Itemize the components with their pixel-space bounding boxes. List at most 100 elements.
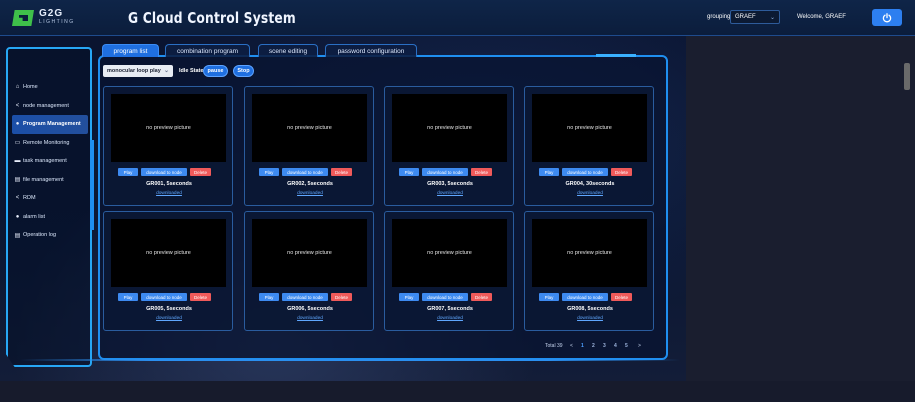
download-status-link[interactable]: downloaded <box>245 316 375 321</box>
sidebar-item-label: task management <box>23 158 67 165</box>
grouping-select[interactable]: GRAEF ⌄ <box>730 10 780 24</box>
sidebar-item-label: RDM <box>23 195 36 202</box>
delete-button[interactable]: Delete <box>611 293 632 301</box>
download-status-link[interactable]: downloaded <box>525 316 655 321</box>
play-mode-value: monocular loop play <box>107 68 161 74</box>
program-card: no preview picture Play download to node… <box>384 86 514 206</box>
play-button[interactable]: Play <box>118 168 138 176</box>
prev-page-button[interactable]: < <box>570 343 573 349</box>
program-icon: ● <box>15 121 20 128</box>
page-3[interactable]: 3 <box>603 343 606 349</box>
welcome-text: Welcome, GRAEF <box>797 14 846 20</box>
frame-glow-line <box>20 359 680 361</box>
sidebar-item-task-management[interactable]: ▬ task management <box>12 152 88 171</box>
chevron-down-icon: ⌄ <box>163 68 169 74</box>
program-card: no preview picture Play download to node… <box>103 86 233 206</box>
power-icon <box>882 12 892 22</box>
download-to-node-button[interactable]: download to node <box>422 168 468 176</box>
download-status-link[interactable]: downloaded <box>385 191 515 196</box>
tab-password-configuration[interactable]: password configuration <box>325 44 417 57</box>
program-title: GR007, 5seconds <box>427 306 473 312</box>
grouping-label: grouping <box>707 14 731 20</box>
delete-button[interactable]: Delete <box>471 293 492 301</box>
download-to-node-button[interactable]: download to node <box>422 293 468 301</box>
download-status-link[interactable]: downloaded <box>104 191 234 196</box>
download-status-link[interactable]: downloaded <box>525 191 655 196</box>
next-page-button[interactable]: > <box>638 343 641 349</box>
program-title: GR008, 5seconds <box>567 306 613 312</box>
logout-button[interactable] <box>872 9 902 26</box>
tab-combination-program[interactable]: combination program <box>165 44 250 57</box>
preview-placeholder: no preview picture <box>532 219 647 287</box>
sidebar-item-label: Remote Monitoring <box>23 139 70 146</box>
share-icon: < <box>15 102 20 109</box>
sidebar-item-alarm-list[interactable]: ● alarm list <box>12 208 88 227</box>
sidebar-item-file-management[interactable]: ▤ file management <box>12 171 88 190</box>
page-2[interactable]: 2 <box>592 343 595 349</box>
brand-subtitle: LIGHTING <box>39 19 75 25</box>
delete-button[interactable]: Delete <box>331 168 352 176</box>
play-button[interactable]: Play <box>259 293 279 301</box>
monitor-icon: ▭ <box>14 140 21 147</box>
sidebar-item-operation-log[interactable]: ▤ Operation log <box>12 226 88 245</box>
delete-button[interactable]: Delete <box>471 168 492 176</box>
program-card: no preview picture Play download to node… <box>244 86 374 206</box>
stop-button[interactable]: Stop <box>233 65 254 77</box>
play-button[interactable]: Play <box>259 168 279 176</box>
delete-button[interactable]: Delete <box>190 293 211 301</box>
sidebar-accent <box>90 140 94 230</box>
sidebar-item-program-management[interactable]: ● Program Management <box>12 115 88 134</box>
pause-button[interactable]: pause <box>203 65 228 77</box>
download-to-node-button[interactable]: download to node <box>141 293 187 301</box>
delete-button[interactable]: Delete <box>611 168 632 176</box>
sidebar-item-label: file management <box>23 176 64 183</box>
task-icon: ▬ <box>14 158 21 165</box>
app-title: G Cloud Control System <box>128 9 296 27</box>
chevron-down-icon: ⌄ <box>769 15 775 21</box>
program-card: no preview picture Play download to node… <box>384 211 514 331</box>
page-1[interactable]: 1 <box>581 343 584 349</box>
program-card: no preview picture Play download to node… <box>524 86 654 206</box>
play-button[interactable]: Play <box>539 293 559 301</box>
delete-button[interactable]: Delete <box>331 293 352 301</box>
page-5[interactable]: 5 <box>625 343 628 349</box>
program-title: GR006, 5seconds <box>287 306 333 312</box>
tab-scene-editing[interactable]: scene editing <box>258 44 318 57</box>
sidebar-item-rdm[interactable]: < RDM <box>12 189 88 208</box>
play-mode-select[interactable]: monocular loop play ⌄ <box>103 65 173 77</box>
rdm-icon: < <box>15 195 20 202</box>
preview-placeholder: no preview picture <box>532 94 647 162</box>
file-icon: ▤ <box>14 177 21 184</box>
pagination-total: Total 39 <box>545 343 563 349</box>
idle-state-label: Idle State <box>179 68 204 74</box>
page-4[interactable]: 4 <box>614 343 617 349</box>
bottom-strip <box>0 381 915 402</box>
play-button[interactable]: Play <box>118 293 138 301</box>
download-to-node-button[interactable]: download to node <box>282 168 328 176</box>
log-icon: ▤ <box>14 232 21 239</box>
program-title: GR004, 30seconds <box>565 181 615 187</box>
program-title: GR003, 5seconds <box>427 181 473 187</box>
sidebar-item-node-management[interactable]: < node management <box>12 97 88 116</box>
grouping-value: GRAEF <box>735 14 756 20</box>
play-button[interactable]: Play <box>539 168 559 176</box>
sidebar-item-home[interactable]: ⌂ Home <box>12 78 88 97</box>
download-to-node-button[interactable]: download to node <box>141 168 187 176</box>
play-button[interactable]: Play <box>399 168 419 176</box>
download-status-link[interactable]: downloaded <box>245 191 375 196</box>
download-status-link[interactable]: downloaded <box>104 316 234 321</box>
play-button[interactable]: Play <box>399 293 419 301</box>
sidebar-item-label: alarm list <box>23 213 46 220</box>
brand-name: G2G <box>39 8 64 19</box>
delete-button[interactable]: Delete <box>190 168 211 176</box>
download-status-link[interactable]: downloaded <box>385 316 515 321</box>
download-to-node-button[interactable]: download to node <box>282 293 328 301</box>
tab-program-list[interactable]: program list <box>102 44 159 57</box>
sidebar-item-label: node management <box>23 102 69 109</box>
download-to-node-button[interactable]: download to node <box>562 293 608 301</box>
brand-logo: G2G LIGHTING <box>12 9 122 29</box>
sidebar-item-remote-monitoring[interactable]: ▭ Remote Monitoring <box>12 134 88 153</box>
scrollbar-thumb[interactable] <box>904 63 910 90</box>
sidebar-item-label: Home <box>23 84 38 91</box>
download-to-node-button[interactable]: download to node <box>562 168 608 176</box>
